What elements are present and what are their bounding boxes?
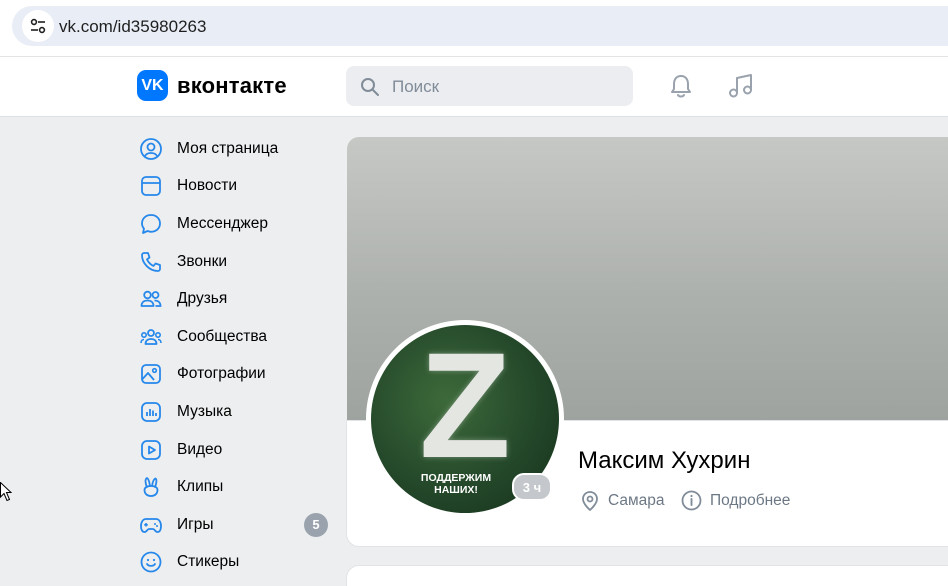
avatar-caption: ПОДДЕРЖИМ НАШИХ! xyxy=(401,472,511,496)
music-bars-icon xyxy=(137,398,165,426)
profile-name: Максим Хухрин xyxy=(578,447,751,474)
bell-icon[interactable] xyxy=(666,71,696,101)
message-bubble-icon xyxy=(137,210,165,238)
sidebar-item-label: Игры xyxy=(177,515,214,533)
vk-logo-text: вконтакте xyxy=(177,72,287,98)
sidebar-item-music[interactable]: Музыка xyxy=(137,393,337,431)
search-input[interactable] xyxy=(390,74,614,100)
location-pin-icon xyxy=(582,491,598,511)
left-sidebar: Моя страница Новости Мессенджер Звонки Д… xyxy=(137,130,337,581)
sidebar-item-video[interactable]: Видео xyxy=(137,431,337,469)
sidebar-item-label: Звонки xyxy=(177,252,228,270)
profile-details-label: Подробнее xyxy=(710,491,791,509)
sidebar-item-calls[interactable]: Звонки xyxy=(137,243,337,281)
sidebar-item-friends[interactable]: Друзья xyxy=(137,280,337,318)
sidebar-item-label: Новости xyxy=(177,177,238,195)
news-icon xyxy=(137,172,165,200)
sidebar-item-photos[interactable]: Фотографии xyxy=(137,356,337,394)
sidebar-item-games[interactable]: Игры 5 xyxy=(137,506,337,544)
avatar-caption-line: НАШИХ! xyxy=(434,484,478,496)
profile-details-link[interactable]: Подробнее xyxy=(681,490,790,511)
vk-logo-icon: VK xyxy=(137,70,168,101)
profile-city-label: Самара xyxy=(608,492,665,509)
vk-header: VK вконтакте xyxy=(0,57,948,117)
gamepad-icon xyxy=(137,511,165,539)
vk-logo[interactable]: VK вконтакте xyxy=(137,70,287,101)
games-count-badge: 5 xyxy=(304,512,328,537)
user-circle-icon xyxy=(137,135,165,163)
music-note-icon[interactable] xyxy=(726,71,756,101)
avatar-z-letter: Z xyxy=(419,325,511,489)
sidebar-item-messenger[interactable]: Мессенджер xyxy=(137,205,337,243)
browser-address-bar: vk.com/id35980263 xyxy=(0,0,948,57)
sidebar-item-clips[interactable]: Клипы xyxy=(137,468,337,506)
mouse-cursor-icon xyxy=(0,482,12,502)
sidebar-item-label: Клипы xyxy=(177,478,224,496)
search-icon xyxy=(361,78,379,96)
sidebar-item-label: Сообщества xyxy=(177,327,268,345)
sidebar-item-label: Видео xyxy=(177,440,223,458)
url-pill[interactable]: vk.com/id35980263 xyxy=(12,6,948,46)
site-settings-icon[interactable] xyxy=(22,10,54,42)
sidebar-item-label: Музыка xyxy=(177,402,232,420)
url-text[interactable]: vk.com/id35980263 xyxy=(59,17,206,37)
online-time-badge: 3 ч xyxy=(512,473,552,501)
phone-icon xyxy=(137,248,165,276)
profile-city[interactable]: Самара xyxy=(580,490,665,512)
info-icon xyxy=(681,490,702,511)
sidebar-item-communities[interactable]: Сообщества xyxy=(137,318,337,356)
sidebar-item-label: Мессенджер xyxy=(177,214,269,232)
smile-icon xyxy=(137,548,165,576)
video-icon xyxy=(137,436,165,464)
avatar-caption-line: ПОДДЕРЖИМ xyxy=(420,472,492,484)
sidebar-item-stickers[interactable]: Стикеры xyxy=(137,544,337,582)
search-box[interactable] xyxy=(346,66,633,106)
communities-icon xyxy=(137,323,165,351)
sidebar-item-label: Друзья xyxy=(177,290,228,308)
clips-icon xyxy=(137,473,165,501)
sidebar-item-news[interactable]: Новости xyxy=(137,168,337,206)
sidebar-item-label: Стикеры xyxy=(177,553,240,571)
photo-icon xyxy=(137,360,165,388)
sidebar-item-my-page[interactable]: Моя страница xyxy=(137,130,337,168)
sidebar-item-label: Моя страница xyxy=(177,139,279,157)
friends-icon xyxy=(137,285,165,313)
sidebar-item-label: Фотографии xyxy=(177,365,266,383)
next-section-card xyxy=(347,566,948,586)
